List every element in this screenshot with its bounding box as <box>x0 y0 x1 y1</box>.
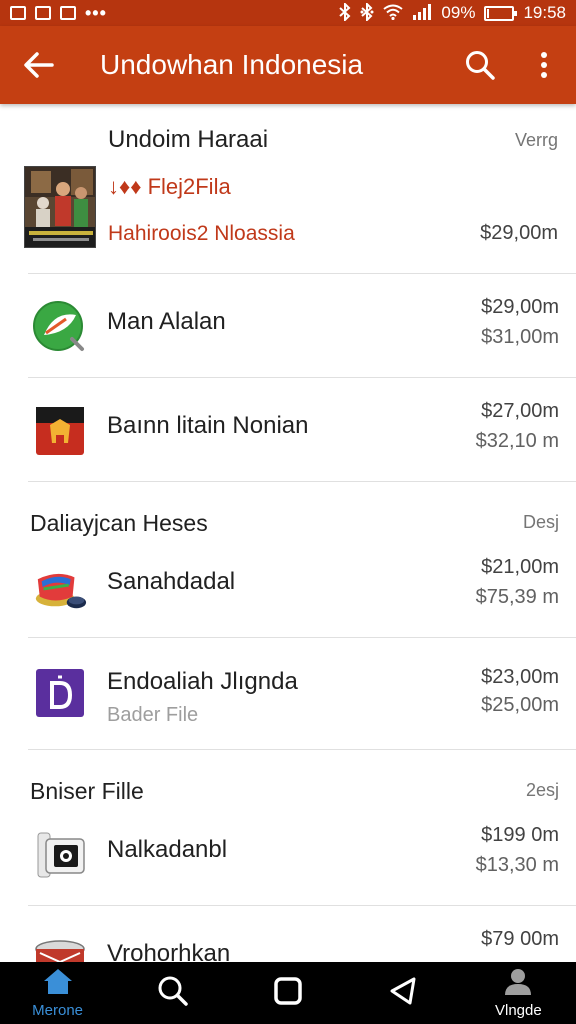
featured-tag: Verrg <box>514 130 558 150</box>
app-bar: Undowhan Indonesia <box>0 26 576 104</box>
featured-price: $29,00m <box>480 222 558 244</box>
gallery-icon <box>35 6 51 20</box>
list-item-price-secondary: $13,30 m <box>475 854 559 876</box>
hat-icon <box>32 559 88 615</box>
arrow-left-icon[interactable] <box>0 26 78 104</box>
nav-label-profile: Vlngde <box>494 1002 542 1019</box>
search-icon[interactable] <box>448 26 512 104</box>
search-icon <box>157 975 189 1012</box>
list-item-price: $23,00m <box>481 666 559 688</box>
sync-icon <box>360 1 374 24</box>
featured-thumbnail <box>24 166 96 248</box>
section-tag: Desj <box>522 512 559 532</box>
battery-fill <box>487 8 490 18</box>
list-item[interactable]: Endoaliah Jlıgnda Bader File $23,00m $25… <box>28 638 576 750</box>
featured-title: Undoim Haraai <box>108 126 269 153</box>
status-right: 09% 19:58 <box>339 1 566 24</box>
featured-item[interactable]: Undoim Haraai Verrg ↓♦♦ Flej2Fila Hahiro… <box>24 104 576 274</box>
person-icon <box>502 967 534 1000</box>
notification-icon <box>10 6 26 20</box>
signal-icon <box>412 3 432 23</box>
status-left: ••• <box>10 3 107 23</box>
clock: 19:58 <box>523 3 566 22</box>
section-header: Bniser Fille 2esj <box>0 750 576 804</box>
green-leaf-icon <box>32 299 88 355</box>
list-item[interactable]: Baınn litain Nonian $27,00m $32,10 m <box>28 378 576 482</box>
list-item-name: Man Alalan <box>107 308 226 335</box>
flag-badge-icon <box>32 403 88 459</box>
nav-back[interactable] <box>353 962 453 1024</box>
more-vert-icon[interactable] <box>512 26 576 104</box>
list-item-name: Sanahdadal <box>107 568 236 595</box>
home-icon <box>42 967 74 1000</box>
list-item-name: Endoaliah Jlıgnda <box>107 668 298 695</box>
section-title: Daliayjcan Heses <box>30 510 208 536</box>
list-item-name: Baınn litain Nonian <box>107 412 309 439</box>
wifi-icon <box>383 4 404 23</box>
section-tag: 2esj <box>525 780 559 800</box>
list-item-name: Nalkadanbl <box>107 836 228 863</box>
status-bar: ••• 09% 19:58 <box>0 0 576 26</box>
nav-overview[interactable] <box>238 962 338 1024</box>
content-list[interactable]: Undoim Haraai Verrg ↓♦♦ Flej2Fila Hahiro… <box>0 104 576 962</box>
list-item-price: $199 0m <box>481 824 559 846</box>
photo-icon <box>60 6 76 20</box>
drum-icon <box>32 931 88 962</box>
camera-icon <box>32 827 88 883</box>
battery-percent: 09% <box>441 3 476 22</box>
list-item-price-secondary: $25,00m <box>481 694 559 716</box>
nav-profile[interactable]: Vlngde <box>468 962 568 1024</box>
featured-location: Hahiroois2 Nloassia <box>108 222 295 245</box>
list-item[interactable]: Sanahdadal $21,00m $75,39 m <box>28 534 576 638</box>
list-item[interactable]: Nalkadanbl $199 0m $13,30 m <box>28 802 576 906</box>
list-item-price-secondary: $75,39 m <box>475 586 559 608</box>
list-item-price-secondary: $31,00m <box>481 326 559 348</box>
nav-search[interactable] <box>123 962 223 1024</box>
list-item-subtitle: Bader File <box>107 704 199 726</box>
nav-label-home: Merone <box>32 1002 84 1019</box>
list-item-price: $29,00m <box>481 296 559 318</box>
list-item[interactable]: Man Alalan $29,00m $31,00m <box>28 274 576 378</box>
back-triangle-icon <box>388 976 418 1011</box>
nav-home[interactable]: Merone <box>8 962 108 1024</box>
battery-icon <box>484 5 518 21</box>
list-item-price: $21,00m <box>481 556 559 578</box>
list-item[interactable]: Vrohorhkan $79 00m <box>28 906 576 962</box>
section-header: Daliayjcan Heses Desj <box>0 482 576 536</box>
bluetooth-icon <box>339 1 351 24</box>
page-title: Undowhan Indonesia <box>100 49 364 80</box>
bottom-nav: Merone Vlngde <box>0 962 576 1024</box>
purple-d-icon <box>32 665 88 721</box>
list-item-name: Vrohorhkan <box>107 940 231 962</box>
list-item-price: $27,00m <box>481 400 559 422</box>
more-dots-icon: ••• <box>85 3 107 23</box>
list-item-price: $79 00m <box>481 928 559 950</box>
section-title: Bniser Fille <box>30 778 144 804</box>
featured-subtitle: ↓♦♦ Flej2Fila <box>108 174 231 199</box>
square-icon <box>273 976 303 1011</box>
list-item-price-secondary: $32,10 m <box>475 430 559 452</box>
